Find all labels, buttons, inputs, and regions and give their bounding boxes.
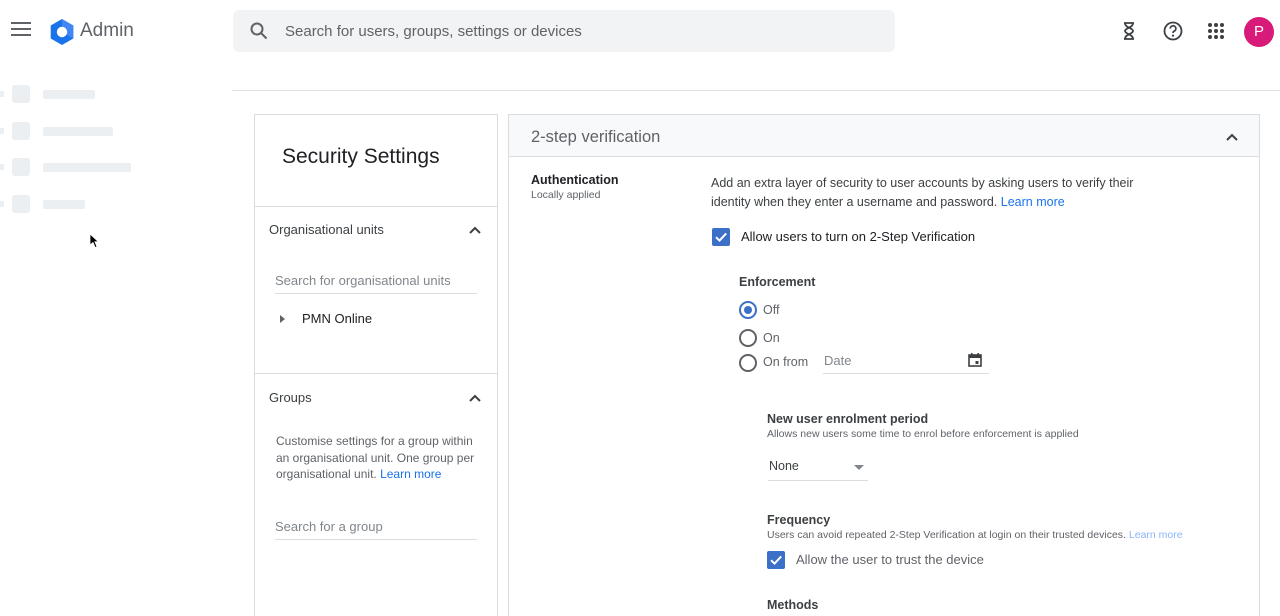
trust-device-label[interactable]: Allow the user to trust the device: [796, 552, 984, 567]
page-title: Security Settings: [282, 145, 440, 168]
enrolment-period-value: None: [769, 459, 799, 473]
allow-2sv-checkbox[interactable]: [712, 228, 730, 246]
intro-learn-more-link[interactable]: Learn more: [1001, 195, 1065, 209]
dropdown-arrow-icon: [854, 465, 864, 470]
enrolment-subtitle: Allows new users some time to enrol befo…: [767, 428, 1079, 440]
chevron-up-icon[interactable]: [1225, 132, 1239, 142]
groups-description: Customise settings for a group within an…: [276, 434, 475, 481]
org-units-search-input[interactable]: [275, 268, 477, 294]
date-field[interactable]: [823, 348, 989, 374]
org-unit-item[interactable]: PMN Online: [302, 311, 372, 326]
avatar[interactable]: P: [1244, 17, 1274, 47]
apps-grid-icon[interactable]: [1205, 20, 1227, 42]
date-input[interactable]: [824, 348, 954, 372]
chevron-up-icon[interactable]: [468, 225, 482, 235]
org-units-heading: Organisational units: [269, 222, 384, 237]
allow-2sv-label[interactable]: Allow users to turn on 2-Step Verificati…: [741, 229, 975, 244]
frequency-subtitle: Users can avoid repeated 2-Step Verifica…: [767, 529, 1183, 541]
header-divider: [232, 90, 1280, 91]
expand-arrow-icon[interactable]: [280, 315, 285, 323]
security-settings-panel: Security Settings Organisational units P…: [254, 114, 498, 616]
section-title: 2-step verification: [531, 128, 661, 146]
calendar-icon[interactable]: [967, 352, 983, 368]
admin-logo: [50, 19, 74, 45]
app-title: Admin: [80, 20, 134, 41]
groups-learn-more-link[interactable]: Learn more: [380, 467, 441, 481]
enforcement-on-radio[interactable]: [739, 329, 757, 347]
help-icon[interactable]: [1162, 20, 1184, 42]
authentication-subtitle: Locally applied: [531, 189, 601, 201]
enforcement-off-label[interactable]: Off: [763, 303, 779, 317]
intro-text: Add an extra layer of security to user a…: [711, 176, 1134, 209]
mouse-cursor-icon: [89, 233, 100, 249]
enforcement-on-label[interactable]: On: [763, 331, 780, 345]
enforcement-title: Enforcement: [739, 275, 816, 289]
hourglass-icon[interactable]: [1118, 20, 1140, 42]
frequency-learn-more-link[interactable]: Learn more: [1129, 529, 1183, 541]
two-step-verification-panel: 2-step verification Authentication Local…: [508, 114, 1260, 616]
enforcement-on-from-radio[interactable]: [739, 354, 757, 372]
trust-device-checkbox[interactable]: [767, 551, 785, 569]
enrolment-period-select[interactable]: None: [768, 453, 868, 481]
enrolment-title: New user enrolment period: [767, 412, 929, 426]
global-search-input[interactable]: [285, 10, 875, 52]
chevron-up-icon[interactable]: [468, 393, 482, 403]
section-header[interactable]: 2-step verification: [509, 115, 1259, 157]
methods-title: Methods: [767, 598, 819, 612]
enforcement-off-radio[interactable]: [739, 301, 757, 319]
search-icon: [250, 22, 268, 40]
group-search-input[interactable]: [275, 514, 477, 540]
groups-heading: Groups: [269, 390, 312, 405]
enforcement-on-from-label[interactable]: On from: [763, 355, 808, 369]
authentication-title: Authentication: [531, 173, 619, 187]
top-bar: Admin P: [0, 0, 1280, 62]
global-search[interactable]: [233, 10, 895, 52]
frequency-title: Frequency: [767, 513, 831, 527]
menu-icon[interactable]: [11, 22, 31, 38]
